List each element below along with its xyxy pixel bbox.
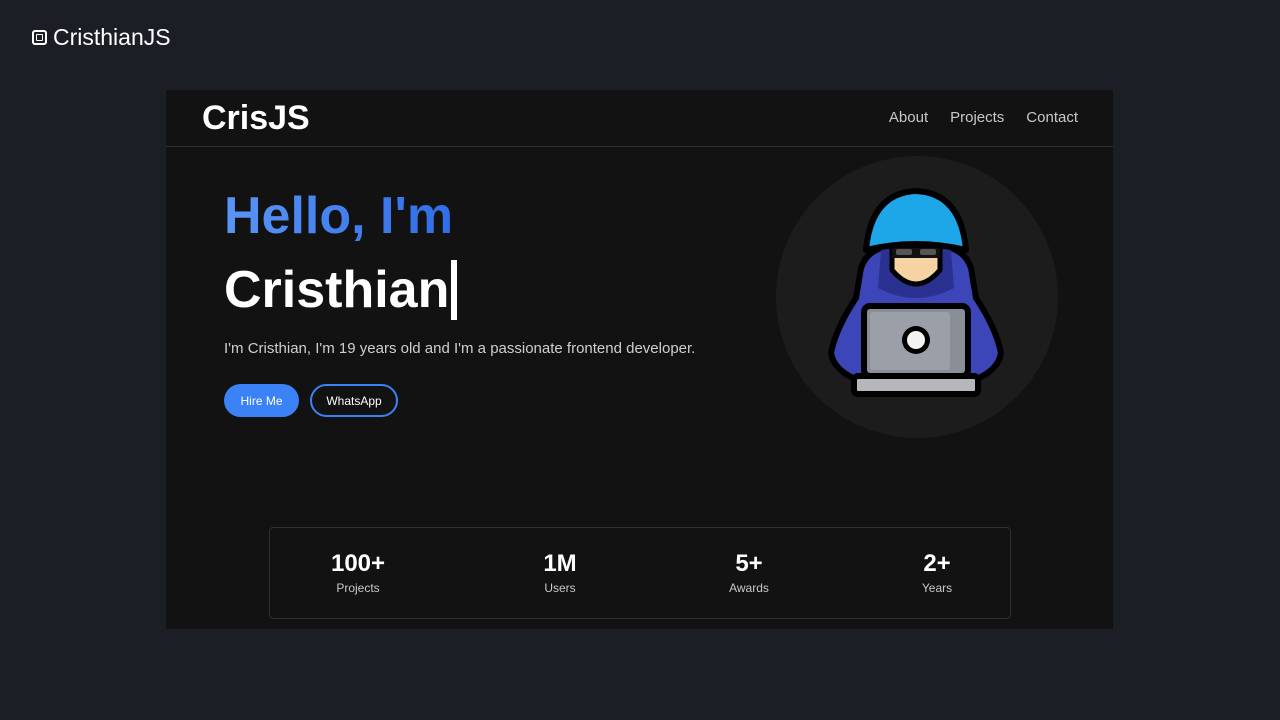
nav-links: About Projects Contact [889,109,1078,126]
hero-greeting: Hello, I'm [224,187,454,245]
stat-value: 2+ [923,550,951,577]
hero-description: I'm Cristhian, I'm 19 years old and I'm … [224,340,696,357]
stat-projects: 100+ Projects [298,550,418,595]
stat-label: Years [921,581,953,595]
nav-link-projects[interactable]: Projects [950,109,1004,126]
stat-value: 100+ [330,550,386,577]
nav-link-contact[interactable]: Contact [1026,109,1078,126]
whatsapp-button[interactable]: WhatsApp [310,384,398,417]
stat-label: Awards [729,581,769,595]
window-title: CristhianJS [32,24,171,51]
typing-cursor [451,260,458,320]
hire-me-button[interactable]: Hire Me [224,384,299,417]
navbar: CrisJS About Projects Contact [166,90,1113,147]
window-title-text: CristhianJS [53,24,171,50]
hero-name: Cristhian [224,261,450,319]
stat-value: 5+ [735,550,763,577]
stat-label: Users [544,581,576,595]
stat-label: Projects [336,581,380,595]
hero-name-line: Cristhian [224,260,458,320]
hooded-hacker-laptop-icon [828,188,1004,397]
stats-panel: 100+ Projects 1M Users 5+ Awards 2+ Year… [269,527,1011,619]
stat-value: 1M [543,550,577,577]
site-logo[interactable]: CrisJS [202,99,310,138]
website-preview: CrisJS About Projects Contact Hello, I'm… [166,90,1113,629]
stat-users: 1M Users [500,550,620,595]
nav-link-about[interactable]: About [889,109,928,126]
stat-awards: 5+ Awards [689,550,809,595]
app-logo-icon [32,30,47,45]
stat-years: 2+ Years [877,550,997,595]
